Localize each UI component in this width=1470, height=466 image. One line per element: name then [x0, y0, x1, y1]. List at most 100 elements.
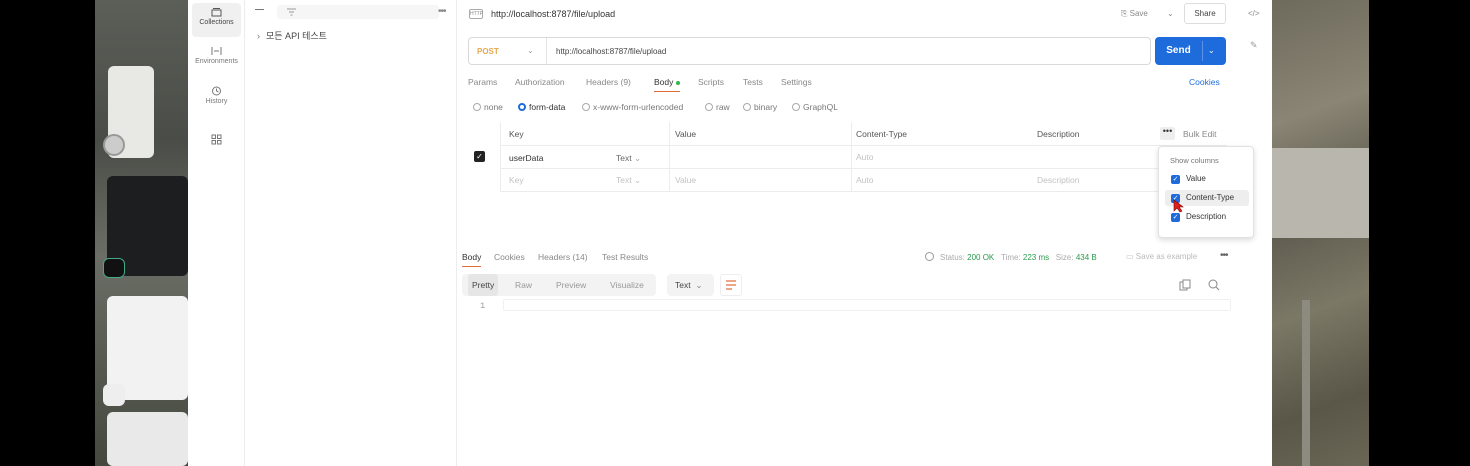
save-icon: ▭ — [1126, 252, 1136, 261]
rail-item-apps[interactable] — [192, 130, 241, 152]
rail-item-label: Collections — [199, 19, 234, 26]
divider — [851, 122, 852, 192]
mouse-cursor-icon — [1173, 199, 1184, 213]
chevron-down-icon[interactable]: ⌄ — [527, 46, 534, 55]
size-label: Size: — [1055, 253, 1074, 262]
column-option-label: Value — [1186, 174, 1206, 183]
format-raw[interactable]: Raw — [515, 280, 532, 290]
desktop-background-right — [1272, 0, 1369, 466]
new-value-input[interactable]: Value — [675, 175, 696, 185]
request-tab-title[interactable]: http://localhost:8787/file/upload — [491, 9, 615, 19]
globe-icon[interactable] — [925, 252, 934, 261]
search-icon[interactable] — [1208, 279, 1220, 291]
chevron-down-icon: ⌄ — [633, 175, 642, 185]
method-select[interactable]: POST — [477, 47, 499, 56]
bulk-edit-button[interactable]: Bulk Edit — [1183, 129, 1217, 139]
tab-headers[interactable]: Headers (9) — [586, 77, 631, 87]
tab-params[interactable]: Params — [468, 77, 497, 87]
rail-item-collections[interactable]: Collections — [192, 3, 241, 37]
body-type-none[interactable]: none — [473, 102, 503, 112]
row-enabled-checkbox[interactable]: ✓ — [474, 151, 485, 162]
column-header-value: Value — [675, 129, 697, 139]
tab-scripts[interactable]: Scripts — [698, 77, 724, 87]
edit-icon[interactable]: ✎ — [1250, 40, 1258, 51]
column-header-key: Key — [509, 129, 524, 139]
send-dropdown-icon[interactable]: ⌄ — [1208, 46, 1215, 55]
collection-item[interactable]: › 모든 API 테스트 — [257, 29, 327, 42]
response-type-select[interactable]: Text ⌄ — [667, 274, 714, 296]
body-type-binary[interactable]: binary — [743, 102, 777, 112]
more-options-icon[interactable]: ••• — [438, 6, 446, 17]
more-options-icon[interactable]: ••• — [1220, 250, 1228, 261]
status-label: Status: — [940, 253, 965, 262]
body-type-raw[interactable]: raw — [705, 102, 730, 112]
divider — [500, 168, 1227, 169]
tab-body[interactable]: Body — [654, 77, 681, 92]
time-label: Time: — [1000, 253, 1021, 262]
new-content-type-input[interactable]: Auto — [856, 175, 874, 185]
response-tab-body[interactable]: Body — [462, 252, 482, 267]
copy-icon[interactable] — [1179, 279, 1191, 291]
checkbox-checked-icon: ✓ — [1171, 175, 1180, 184]
rail-item-label: History — [205, 98, 228, 105]
sidebar-search-input[interactable] — [277, 5, 439, 19]
tab-authorization[interactable]: Authorization — [515, 77, 565, 87]
divider — [669, 122, 670, 192]
save-icon: ⎘ — [1121, 9, 1130, 18]
sidebar-toolbar: ••• — [253, 5, 453, 19]
body-type-graphql[interactable]: GraphQL — [792, 102, 838, 112]
format-visualize[interactable]: Visualize — [610, 280, 644, 290]
active-dot-icon — [676, 80, 681, 85]
format-preview[interactable]: Preview — [556, 280, 586, 290]
body-type-form-data[interactable]: form-data — [518, 102, 565, 112]
icon-rail: Collections Environments History — [188, 0, 245, 466]
body-type-urlencoded[interactable]: x-www-form-urlencoded — [582, 102, 683, 112]
aerial-building — [1272, 148, 1369, 238]
wrap-lines-button[interactable] — [720, 274, 742, 296]
collections-sidebar: ••• › 모든 API 테스트 — [245, 0, 457, 466]
format-pretty[interactable]: Pretty — [468, 274, 499, 296]
url-input[interactable]: http://localhost:8787/file/upload — [556, 47, 666, 56]
cookies-link[interactable]: Cookies — [1189, 77, 1220, 87]
column-option-value[interactable]: ✓ Value — [1165, 171, 1249, 187]
menu-title: Show columns — [1170, 156, 1219, 165]
divider — [500, 122, 501, 192]
new-type-select[interactable]: Text ⌄ — [616, 175, 641, 186]
new-key-input[interactable]: Key — [509, 175, 524, 185]
new-collection-icon[interactable] — [255, 9, 264, 10]
tab-settings[interactable]: Settings — [781, 77, 812, 87]
new-description-input[interactable]: Description — [1037, 175, 1080, 185]
desktop-app-icon — [103, 384, 125, 406]
size-value[interactable]: 434 B — [1076, 253, 1097, 262]
save-as-example-button[interactable]: ▭ Save as example — [1126, 252, 1197, 261]
send-button[interactable]: Send ⌄ — [1155, 37, 1226, 65]
rail-item-history[interactable]: History — [192, 82, 241, 116]
response-tab-cookies[interactable]: Cookies — [494, 252, 525, 262]
divider — [500, 191, 1227, 192]
code-snippet-icon[interactable]: </> — [1248, 9, 1260, 18]
desktop-document-window — [107, 412, 188, 466]
column-option-label: Content-Type — [1186, 193, 1235, 202]
chevron-down-icon: ⌄ — [695, 280, 703, 290]
row-key-input[interactable]: userData — [509, 153, 544, 163]
request-editor: HTTP http://localhost:8787/file/upload ⎘… — [457, 0, 1272, 466]
divider — [1202, 41, 1203, 61]
chevron-down-icon: ⌄ — [633, 153, 642, 163]
collections-icon — [211, 8, 222, 17]
save-button[interactable]: ⎘ Save — [1121, 9, 1148, 19]
row-type-select[interactable]: Text ⌄ — [616, 153, 641, 164]
environments-icon — [211, 47, 222, 55]
row-content-type-input[interactable]: Auto — [856, 152, 874, 162]
tab-tests[interactable]: Tests — [743, 77, 763, 87]
rail-item-environments[interactable]: Environments — [192, 42, 241, 76]
status-value[interactable]: 200 OK — [967, 253, 994, 262]
share-button[interactable]: Share — [1184, 3, 1226, 24]
column-options-button[interactable]: ••• — [1160, 127, 1175, 140]
response-tab-test-results[interactable]: Test Results — [602, 252, 648, 262]
time-value[interactable]: 223 ms — [1023, 253, 1049, 262]
response-body-editor[interactable] — [503, 299, 1231, 311]
radio-selected-icon — [518, 103, 526, 111]
response-tab-headers[interactable]: Headers (14) — [538, 252, 588, 262]
save-dropdown-icon[interactable]: ⌄ — [1167, 9, 1174, 18]
url-bar: POST ⌄ http://localhost:8787/file/upload — [468, 37, 1151, 65]
